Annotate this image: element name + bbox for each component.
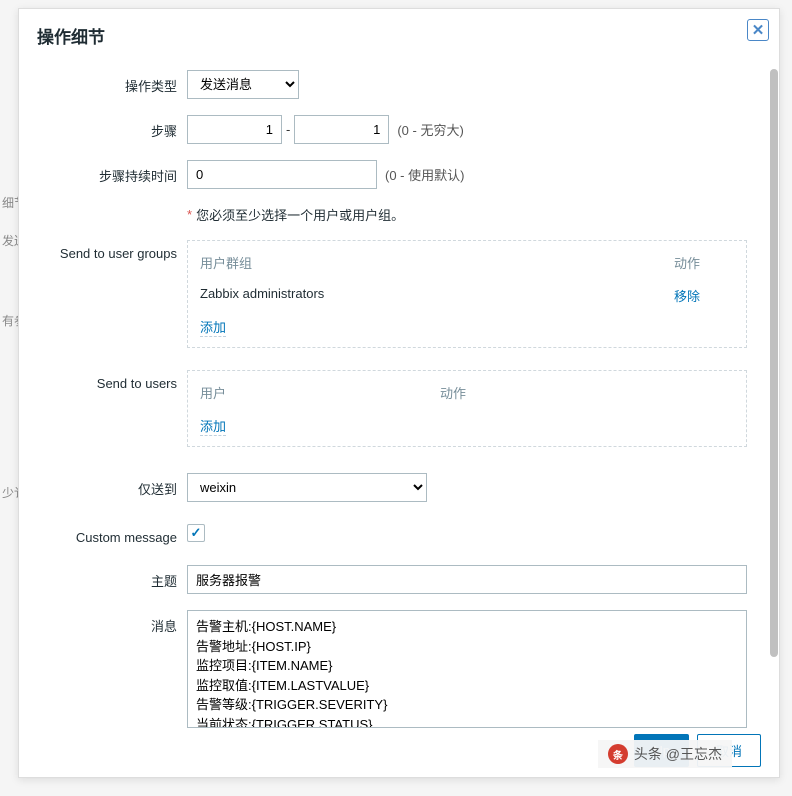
label-step-duration: 步骤持续时间 [37, 160, 187, 185]
users-table: 用户 动作 添加 [187, 370, 747, 447]
label-empty [37, 205, 187, 211]
duration-hint: (0 - 使用默认) [385, 165, 464, 184]
subject-input[interactable] [187, 565, 747, 594]
row-required-note: * 您必须至少选择一个用户或用户组。 [37, 205, 761, 224]
modal-header: 操作细节 ✕ [19, 9, 779, 60]
row-step-duration: 步骤持续时间 (0 - 使用默认) [37, 160, 761, 189]
row-operation-type: 操作类型 发送消息 [37, 70, 761, 99]
dash-separator: - [286, 122, 290, 137]
row-steps: 步骤 - (0 - 无穷大) [37, 115, 761, 144]
user-groups-header: 用户群组 动作 [200, 249, 734, 280]
watermark-icon: 条 [608, 744, 628, 764]
add-user-group-link[interactable]: 添加 [200, 311, 226, 337]
close-button[interactable]: ✕ [747, 19, 769, 41]
row-send-users: Send to users 用户 动作 添加 [37, 370, 761, 447]
operation-type-select[interactable]: 发送消息 [187, 70, 299, 99]
label-message: 消息 [37, 610, 187, 635]
required-asterisk: * [187, 207, 192, 222]
scrollbar[interactable] [770, 69, 778, 657]
user-group-name: Zabbix administrators [200, 286, 674, 305]
remove-link[interactable]: 移除 [674, 289, 700, 304]
label-send-only: 仅送到 [37, 473, 187, 498]
label-send-user-groups: Send to user groups [37, 240, 187, 261]
step-from-input[interactable] [187, 115, 282, 144]
row-send-user-groups: Send to user groups 用户群组 动作 Zabbix admin… [37, 240, 761, 348]
custom-message-checkbox[interactable]: ✓ [187, 524, 205, 542]
step-to-input[interactable] [294, 115, 389, 144]
table-row: Zabbix administrators 移除 [200, 280, 734, 311]
watermark: 条 头条 @王忘杰 [598, 740, 732, 768]
users-header: 用户 动作 [200, 379, 734, 410]
required-note-text: 您必须至少选择一个用户或用户组。 [196, 205, 404, 224]
label-steps: 步骤 [37, 115, 187, 140]
th-user-action: 动作 [440, 383, 466, 402]
send-only-select[interactable]: weixin [187, 473, 427, 502]
row-message: 消息 [37, 610, 761, 728]
th-user-group: 用户群组 [200, 253, 674, 272]
label-custom-message: Custom message [37, 524, 187, 545]
row-custom-message: Custom message ✓ [37, 524, 761, 545]
modal-title: 操作细节 [37, 23, 761, 48]
user-groups-table: 用户群组 动作 Zabbix administrators 移除 添加 [187, 240, 747, 348]
label-operation-type: 操作类型 [37, 70, 187, 95]
operation-details-modal: 操作细节 ✕ 操作类型 发送消息 步骤 - (0 - 无穷大) 步骤持续时间 [18, 8, 780, 778]
watermark-text: 头条 @王忘杰 [634, 744, 722, 764]
th-user: 用户 [200, 383, 440, 402]
row-subject: 主题 [37, 565, 761, 594]
add-user-link[interactable]: 添加 [200, 410, 226, 436]
steps-hint: (0 - 无穷大) [397, 120, 463, 139]
label-send-users: Send to users [37, 370, 187, 391]
th-action: 动作 [674, 253, 734, 272]
message-textarea[interactable] [187, 610, 747, 728]
step-duration-input[interactable] [187, 160, 377, 189]
row-send-only: 仅送到 weixin [37, 473, 761, 502]
modal-body: 操作类型 发送消息 步骤 - (0 - 无穷大) 步骤持续时间 (0 - 使用默… [19, 60, 779, 740]
label-subject: 主题 [37, 565, 187, 590]
